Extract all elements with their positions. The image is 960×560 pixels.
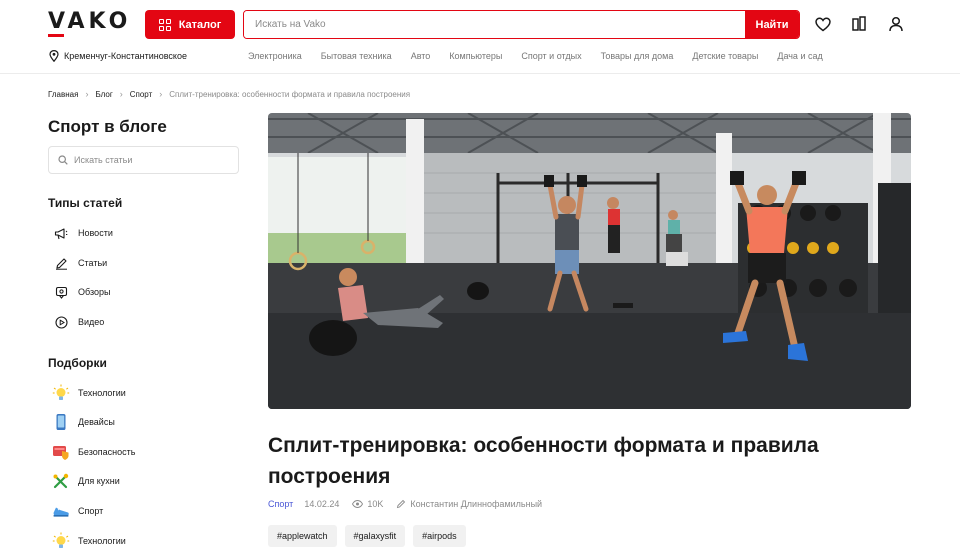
nav-item-computers[interactable]: Компьютеры [449, 51, 502, 61]
eye-icon [352, 500, 364, 508]
nav-item-kids[interactable]: Детские товары [692, 51, 758, 61]
sidebar-item-label: Технологии [78, 388, 126, 398]
article-meta: Спорт 14.02.24 10K Константин Длиннофами… [268, 499, 555, 509]
breadcrumb: Главная › Блог › Спорт › Сплит-тренировк… [48, 89, 410, 99]
breadcrumb-home[interactable]: Главная [48, 90, 78, 99]
phone-icon [52, 413, 70, 431]
types-title: Типы статей [48, 196, 123, 210]
sidebar-item-sport[interactable]: Спорт [52, 502, 103, 520]
lightbulb-icon [52, 532, 70, 550]
catalog-label: Каталог [178, 18, 222, 31]
review-icon [52, 283, 70, 301]
site-header: VAKO Каталог Найти Кременчуг-Константино… [0, 0, 960, 74]
article-author[interactable]: Константин Длиннофамильный [396, 499, 542, 509]
nav-item-garden[interactable]: Дача и сад [777, 51, 822, 61]
sidebar-item-label: Видео [78, 317, 105, 327]
nav-item-auto[interactable]: Авто [411, 51, 431, 61]
date-value: 14.02.24 [304, 499, 340, 509]
sneaker-icon [52, 502, 70, 520]
location-label: Кременчуг-Константиновское [64, 51, 187, 61]
nav-item-sport[interactable]: Спорт и отдых [521, 51, 581, 61]
sidebar-item-news[interactable]: Новости [52, 224, 113, 242]
location-pin-icon [49, 50, 59, 62]
breadcrumb-blog[interactable]: Блог [95, 90, 112, 99]
site-search: Найти [243, 10, 800, 39]
sidebar-item-label: Новости [78, 228, 113, 238]
compare-icon[interactable] [849, 14, 869, 34]
sidebar-item-articles[interactable]: Статьи [52, 254, 107, 272]
play-icon [52, 313, 70, 331]
chevron-right-icon: › [85, 89, 89, 99]
kitchen-tools-icon [52, 472, 70, 490]
catalog-button[interactable]: Каталог [145, 10, 235, 39]
security-icon [52, 443, 70, 461]
sidebar-item-tech[interactable]: Технологии [52, 384, 126, 402]
sidebar-item-label: Девайсы [78, 417, 115, 427]
pencil-icon [52, 254, 70, 272]
article-tags: #applewatch #galaxysfit #airpods [268, 525, 474, 547]
nav-item-home[interactable]: Товары для дома [601, 51, 674, 61]
sidebar-item-label: Технологии [78, 536, 126, 546]
category-nav: Электроника Бытовая техника Авто Компьют… [248, 51, 842, 61]
article-title: Сплит-тренировка: особенности формата и … [268, 434, 819, 488]
sidebar-item-label: Безопасность [78, 447, 136, 457]
article-category-link[interactable]: Спорт [268, 499, 293, 509]
sidebar-item-video[interactable]: Видео [52, 313, 104, 331]
author-name: Константин Длиннофамильный [410, 499, 543, 509]
views-value: 10K [367, 499, 384, 509]
tag-airpods[interactable]: #airpods [413, 525, 466, 547]
location-selector[interactable]: Кременчуг-Константиновское [49, 50, 187, 62]
vako-logo[interactable]: VAKO [48, 9, 131, 34]
sidebar-item-label: Для кухни [78, 476, 120, 486]
search-icon [58, 155, 68, 165]
user-icon[interactable] [886, 14, 906, 34]
breadcrumb-sport[interactable]: Спорт [130, 90, 153, 99]
sidebar-item-security[interactable]: Безопасность [52, 443, 135, 461]
article-search [48, 146, 239, 174]
article-hero-image [268, 113, 911, 409]
logo-accent-bar [48, 34, 64, 37]
sidebar-item-reviews[interactable]: Обзоры [52, 283, 110, 301]
heart-icon[interactable] [813, 14, 833, 34]
article-views: 10K [352, 499, 383, 509]
site-search-input[interactable] [244, 11, 745, 38]
sidebar-item-label: Обзоры [78, 287, 111, 297]
sidebar-item-devices[interactable]: Девайсы [52, 413, 115, 431]
tag-galaxysfit[interactable]: #galaxysfit [344, 525, 406, 547]
search-button[interactable]: Найти [745, 11, 799, 38]
article-date: 14.02.24 [304, 499, 339, 509]
chevron-right-icon: › [159, 89, 163, 99]
sidebar-item-tech-2[interactable]: Технологии [52, 532, 126, 550]
collections-title: Подборки [48, 356, 107, 370]
sidebar-title: Спорт в блоге [48, 117, 167, 136]
sidebar-item-label: Статьи [78, 258, 108, 268]
nav-item-electronics[interactable]: Электроника [248, 51, 302, 61]
sidebar-item-kitchen[interactable]: Для кухни [52, 472, 120, 490]
lightbulb-icon [52, 384, 70, 402]
nav-item-appliances[interactable]: Бытовая техника [321, 51, 392, 61]
megaphone-icon [52, 224, 70, 242]
grid-icon [158, 18, 171, 31]
pen-icon [397, 499, 406, 509]
chevron-right-icon: › [119, 89, 123, 99]
sidebar-item-label: Спорт [78, 506, 104, 516]
article-search-input[interactable] [74, 155, 234, 165]
tag-applewatch[interactable]: #applewatch [268, 525, 337, 547]
breadcrumb-current: Сплит-тренировка: особенности формата и … [169, 89, 411, 99]
